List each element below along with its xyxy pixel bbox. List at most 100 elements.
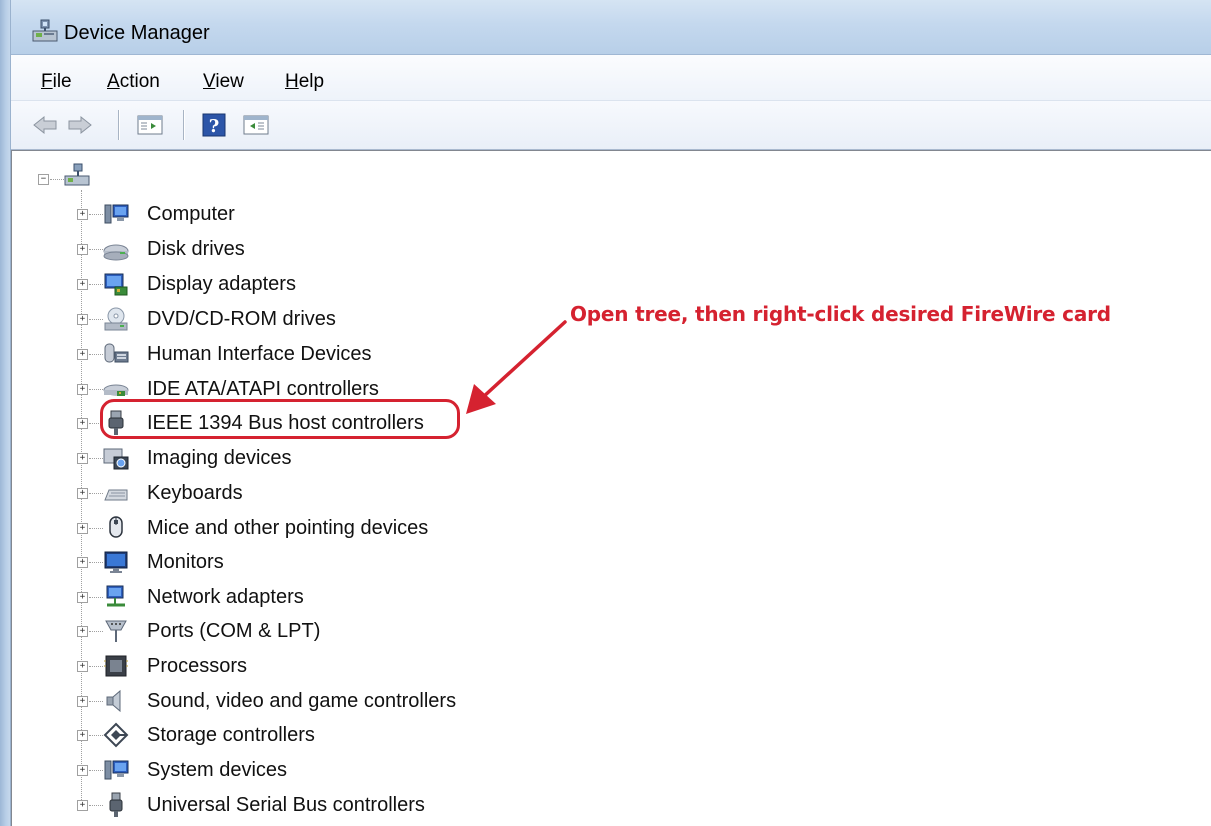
monitor-icon bbox=[104, 551, 128, 573]
camera-icon bbox=[103, 448, 129, 470]
display-adapter-icon bbox=[104, 273, 128, 296]
keyboard-icon bbox=[104, 489, 128, 501]
tree-connector bbox=[89, 631, 103, 632]
tree-connector bbox=[89, 597, 103, 598]
tree-item-disk-drives[interactable]: + Disk drives bbox=[77, 232, 577, 266]
tree-item-mice-and-other-pointing-devices[interactable]: + Mice and other pointing devices bbox=[77, 511, 577, 545]
processor-icon bbox=[104, 655, 128, 677]
show-action-pane-icon[interactable] bbox=[241, 111, 271, 139]
toolbar-separator bbox=[183, 110, 185, 140]
expand-toggle[interactable]: + bbox=[77, 209, 88, 220]
highlight-oval bbox=[100, 399, 460, 439]
tree-item-label: Storage controllers bbox=[147, 724, 315, 746]
expand-toggle[interactable]: + bbox=[77, 488, 88, 499]
tree-item-label: Keyboards bbox=[147, 482, 243, 504]
toolbar-separator bbox=[118, 110, 120, 140]
expand-toggle[interactable]: + bbox=[77, 418, 88, 429]
back-arrow-icon[interactable] bbox=[31, 111, 59, 139]
tree-connector bbox=[89, 458, 103, 459]
tree-item-system-devices[interactable]: + System devices bbox=[77, 753, 577, 787]
tree-item-storage-controllers[interactable]: + Storage controllers bbox=[77, 718, 577, 752]
tree-item-sound-video-and-game-controllers[interactable]: + Sound, video and game controllers bbox=[77, 684, 577, 718]
toolbar: ? bbox=[11, 101, 1211, 150]
dvd-drive-icon bbox=[104, 307, 128, 331]
expand-toggle[interactable]: + bbox=[77, 279, 88, 290]
window-title: Device Manager bbox=[64, 22, 210, 44]
tree-item-label: Computer bbox=[147, 203, 235, 225]
tree-connector bbox=[89, 249, 103, 250]
tree-connector bbox=[89, 284, 103, 285]
menu-view[interactable]: View bbox=[203, 71, 244, 93]
computer-network-icon bbox=[64, 163, 90, 186]
tree-item-network-adapters[interactable]: + Network adapters bbox=[77, 580, 577, 614]
help-icon[interactable]: ? bbox=[201, 111, 227, 139]
tree-connector bbox=[89, 770, 103, 771]
tree-connector bbox=[89, 805, 103, 806]
svg-text:?: ? bbox=[209, 116, 220, 137]
mouse-icon bbox=[109, 516, 123, 538]
device-manager-icon bbox=[32, 19, 58, 42]
tree-item-label: Imaging devices bbox=[147, 447, 292, 469]
tree-item-label: Human Interface Devices bbox=[147, 343, 372, 365]
menu-action[interactable]: Action bbox=[107, 71, 160, 93]
tree-item-universal-serial-bus-controllers[interactable]: + Universal Serial Bus controllers bbox=[77, 788, 577, 822]
expand-toggle[interactable]: + bbox=[77, 696, 88, 707]
expand-toggle[interactable]: + bbox=[77, 592, 88, 603]
tree-item-label: Monitors bbox=[147, 551, 224, 573]
tree-connector bbox=[89, 666, 103, 667]
expand-toggle[interactable]: + bbox=[77, 384, 88, 395]
callout-text: Open tree, then right-click desired Fire… bbox=[570, 302, 1111, 326]
menu-file[interactable]: File bbox=[41, 71, 72, 93]
expand-toggle[interactable]: + bbox=[77, 314, 88, 325]
tree-item-label: Mice and other pointing devices bbox=[147, 517, 429, 539]
tree-connector bbox=[89, 319, 103, 320]
expand-toggle[interactable]: + bbox=[77, 626, 88, 637]
expand-toggle[interactable]: + bbox=[77, 453, 88, 464]
collapse-toggle[interactable]: − bbox=[38, 174, 49, 185]
tree-item-label: Universal Serial Bus controllers bbox=[147, 794, 425, 816]
expand-toggle[interactable]: + bbox=[77, 765, 88, 776]
expand-toggle[interactable]: + bbox=[77, 523, 88, 534]
menu-bar: File Action View Help bbox=[11, 55, 1211, 101]
tree-item-label: Display adapters bbox=[147, 273, 296, 295]
expand-toggle[interactable]: + bbox=[77, 349, 88, 360]
tree-item-label: Processors bbox=[147, 655, 248, 677]
tree-item-processors[interactable]: + Processors bbox=[77, 649, 577, 683]
forward-arrow-icon[interactable] bbox=[66, 111, 94, 139]
tree-item-display-adapters[interactable]: + Display adapters bbox=[77, 267, 577, 301]
title-bar[interactable]: Device Manager bbox=[0, 0, 1211, 55]
tree-connector bbox=[50, 179, 64, 180]
tree-item-label: Network adapters bbox=[147, 586, 304, 608]
expand-toggle[interactable]: + bbox=[77, 244, 88, 255]
network-adapter-icon bbox=[106, 585, 125, 607]
computer-icon bbox=[104, 204, 129, 224]
tree-item-imaging-devices[interactable]: + Imaging devices bbox=[77, 441, 577, 475]
expand-toggle[interactable]: + bbox=[77, 661, 88, 672]
tree-item-label: Ports (COM & LPT) bbox=[147, 620, 321, 642]
tree-connector bbox=[89, 389, 103, 390]
storage-controller-icon bbox=[103, 722, 129, 748]
disk-drive-icon bbox=[103, 244, 129, 261]
properties-icon[interactable] bbox=[135, 111, 165, 139]
tree-connector bbox=[89, 214, 103, 215]
tree-item-monitors[interactable]: + Monitors bbox=[77, 545, 577, 579]
tree-item-keyboards[interactable]: + Keyboards bbox=[77, 476, 577, 510]
callout-arrow-icon bbox=[466, 320, 567, 414]
menu-help[interactable]: Help bbox=[285, 71, 324, 93]
tree-connector bbox=[89, 562, 103, 563]
tree-item-label: System devices bbox=[147, 759, 288, 781]
tree-connector bbox=[89, 701, 103, 702]
expand-toggle[interactable]: + bbox=[77, 800, 88, 811]
tree-item-ports-com-lpt[interactable]: + Ports (COM & LPT) bbox=[77, 614, 577, 648]
system-devices-icon bbox=[104, 760, 129, 780]
tree-item-label: DVD/CD-ROM drives bbox=[147, 308, 336, 330]
tree-connector bbox=[89, 354, 103, 355]
tree-item-label: Sound, video and game controllers bbox=[147, 690, 457, 712]
tree-connector bbox=[89, 493, 103, 494]
speaker-icon bbox=[106, 689, 121, 713]
expand-toggle[interactable]: + bbox=[77, 730, 88, 741]
window-frame-left bbox=[0, 0, 11, 826]
device-manager-window: Device Manager File Action View Help ? −… bbox=[0, 0, 1211, 826]
expand-toggle[interactable]: + bbox=[77, 557, 88, 568]
tree-item-computer[interactable]: + Computer bbox=[77, 197, 577, 231]
